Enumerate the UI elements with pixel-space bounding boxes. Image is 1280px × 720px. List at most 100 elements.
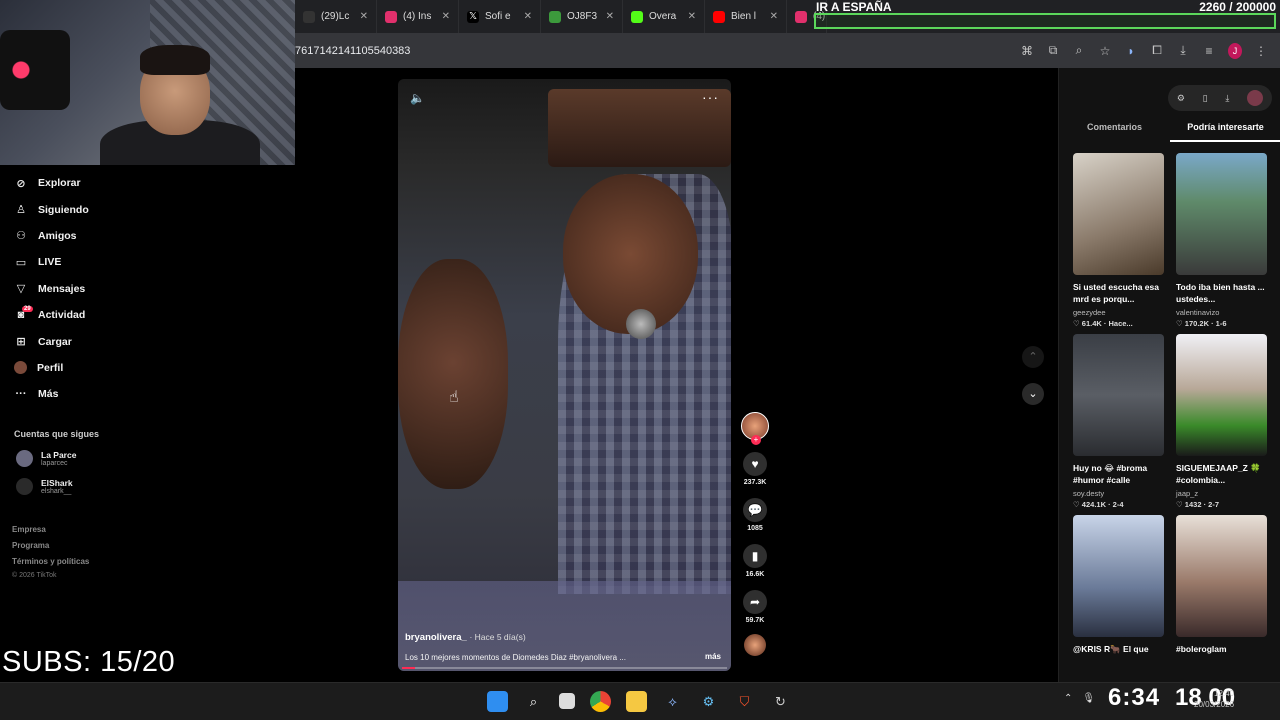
avatar[interactable]: J (1228, 42, 1242, 59)
browser-tab[interactable]: Bien l ✕ (705, 0, 787, 33)
taskbar-apps: ⌕ ⟡ ⚙ ⛉ ↻ (487, 691, 791, 712)
video-thumbnail[interactable] (1073, 334, 1164, 456)
following-title: Cuentas que sigues (14, 429, 100, 439)
more-link[interactable]: más (705, 652, 721, 661)
stream-clock: 6:34 (1108, 684, 1161, 711)
volume-icon[interactable]: 🔈 (410, 91, 425, 105)
system-tray: ⌃ 🎙 (1064, 693, 1095, 704)
puzzle-icon[interactable]: ⧠ (1150, 43, 1164, 58)
video-player[interactable]: 🔈 ··· bryanolivera_ · Hace 5 día(s) Los … (398, 79, 731, 671)
video-thumbnail[interactable] (1176, 334, 1267, 456)
share-icon: ➦ (743, 590, 767, 614)
video-thumbnail[interactable] (1073, 515, 1164, 637)
sidebar-item-live[interactable]: ▭ LIVE (0, 249, 295, 275)
footer-link-empresa[interactable]: Empresa (12, 522, 89, 538)
heart-icon: ♥ (743, 452, 767, 476)
compass-icon: ⊘ (16, 177, 26, 190)
save-button[interactable]: ▮ 16.6K (743, 544, 767, 578)
footer-link-terminos[interactable]: Términos y políticas (12, 554, 89, 570)
sidebar-item-mas[interactable]: ··· Más (0, 381, 295, 407)
windows-start-icon[interactable] (487, 691, 508, 712)
more-options-icon[interactable]: ··· (702, 89, 719, 105)
chevron-up-icon[interactable]: ⌃ (1064, 693, 1072, 704)
video-thumbnail[interactable] (1073, 153, 1164, 275)
panel-tabs: Comentarios Podría interesarte (1059, 120, 1280, 142)
avatar[interactable]: + (741, 412, 769, 445)
following-account[interactable]: ElShark elshark__ (16, 478, 73, 495)
bookmark-star-icon[interactable]: ☆ (1098, 44, 1112, 58)
close-icon[interactable]: ✕ (770, 11, 778, 22)
instagram-icon (795, 10, 807, 23)
tab-podria-interesarte[interactable]: Podría interesarte (1170, 120, 1280, 142)
sidebar-item-explorar[interactable]: ⊘ Explorar (0, 170, 295, 196)
install-icon[interactable]: ⧉ (1046, 43, 1060, 58)
close-icon[interactable]: ✕ (606, 11, 614, 22)
browser-tab[interactable]: 𝕏 Sofi e ✕ (459, 0, 541, 33)
extension-icon[interactable]: ◗ (1124, 44, 1138, 58)
translate-icon[interactable]: ⌘ (1020, 44, 1034, 58)
browser-tab[interactable]: (4) Ins ✕ (377, 0, 459, 33)
url-text[interactable]: 7617142141105540383 (295, 45, 410, 57)
sidebar-item-amigos[interactable]: ⚇ Amigos (0, 223, 295, 249)
close-icon[interactable]: ✕ (524, 11, 532, 22)
browser-tab[interactable]: Overa ✕ (623, 0, 705, 33)
close-icon[interactable]: ✕ (360, 11, 368, 22)
music-disc-icon[interactable] (744, 634, 766, 656)
zoom-icon[interactable]: ⌕ (1072, 43, 1086, 58)
recommendations-panel: ⚙ ▯ ⤓ Comentarios Podría interesarte Si … (1058, 68, 1280, 682)
brave-icon[interactable]: ⛉ (734, 691, 755, 712)
goal-title: IR A ESPAÑA (816, 0, 892, 14)
sidebar-item-actividad[interactable]: ◙ 29 Actividad (0, 302, 295, 328)
folder-icon[interactable] (626, 691, 647, 712)
sidebar-item-siguiendo[interactable]: ♙ Siguiendo (0, 196, 295, 222)
video-card[interactable]: @KRIS R🐂 El que (1073, 515, 1164, 668)
browser-tab[interactable]: (29)Lc ✕ (295, 0, 377, 33)
like-button[interactable]: ♥ 237.3K (743, 452, 767, 486)
settings-icon[interactable]: ⚙ (1177, 93, 1185, 104)
device-icon[interactable]: ▯ (1203, 93, 1208, 104)
tab-favicon (549, 10, 561, 23)
sidebar-item-cargar[interactable]: ⊞ Cargar (0, 328, 295, 354)
close-icon[interactable]: ✕ (688, 11, 696, 22)
follow-plus-icon[interactable]: + (751, 435, 761, 445)
task-view-icon[interactable] (559, 693, 575, 709)
video-thumbnail[interactable] (1176, 515, 1267, 637)
sidebar-item-perfil[interactable]: Perfil (0, 355, 295, 381)
menu-icon[interactable]: ⋮ (1254, 44, 1268, 58)
video-singer-face (563, 174, 698, 334)
video-card[interactable]: SIGUEMEJAAP_Z 🍀 #colombia... jaap_z ♡ 14… (1176, 334, 1267, 509)
video-card[interactable]: #boleroglam (1176, 515, 1267, 668)
video-card[interactable]: Huy no 😂 #broma #humor #calle soy.desty … (1073, 334, 1164, 509)
chevron-down-icon[interactable]: ⌄ (1022, 383, 1044, 405)
footer-link-programa[interactable]: Programa (12, 538, 89, 554)
download-icon[interactable]: ⤓ (1176, 43, 1190, 58)
video-card[interactable]: Todo iba bien hasta ... ustedes... valen… (1176, 153, 1267, 328)
send-icon: ▽ (16, 283, 26, 296)
chevron-up-icon[interactable]: ⌃ (1022, 346, 1044, 368)
following-account[interactable]: La Parce laparcec (16, 450, 76, 467)
download-icon[interactable]: ⤓ (1225, 93, 1229, 104)
share-button[interactable]: ➦ 59.7K (743, 590, 767, 624)
video-progress[interactable] (402, 667, 727, 669)
goal-counter: 2260 / 200000 (1199, 0, 1276, 14)
system-clock[interactable]: 12:40 20/03/2026 (1194, 688, 1234, 710)
steam-icon[interactable]: ⚙ (698, 691, 719, 712)
browser-tab[interactable]: OJ8F3 ✕ (541, 0, 623, 33)
upload-icon: ⊞ (16, 336, 26, 349)
avatar[interactable] (1247, 90, 1264, 106)
microphone-icon[interactable]: 🎙 (1082, 693, 1095, 704)
tab-comentarios[interactable]: Comentarios (1059, 120, 1170, 142)
comment-button[interactable]: 💬 1085 (743, 498, 767, 532)
search-icon[interactable]: ⌕ (523, 691, 544, 712)
sidebar-item-mensajes[interactable]: ▽ Mensajes (0, 276, 295, 302)
video-thumbnail[interactable] (1176, 153, 1267, 275)
close-icon[interactable]: ✕ (442, 11, 450, 22)
app-icon[interactable]: ⟡ (662, 691, 683, 712)
chrome-icon[interactable] (590, 691, 611, 712)
video-author[interactable]: bryanolivera_ · Hace 5 día(s) (405, 632, 526, 643)
video-card[interactable]: Si usted escucha esa mrd es porqu... gee… (1073, 153, 1164, 328)
mouse-cursor-icon: ☝ (449, 389, 459, 406)
media-icon[interactable]: ≡ (1202, 44, 1216, 58)
app-icon[interactable]: ↻ (770, 691, 791, 712)
avatar (16, 450, 33, 467)
